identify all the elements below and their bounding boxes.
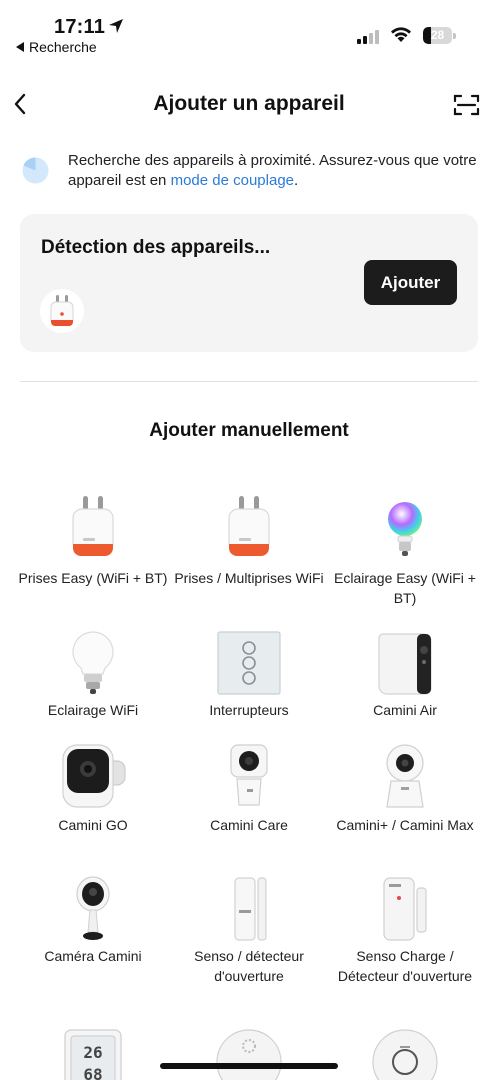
device-tile-label: Caméra Camini (44, 948, 142, 964)
device-tile-label: Camini Care (210, 817, 288, 833)
manual-section-title: Ajouter manuellement (149, 420, 349, 441)
pan-tilt-camera-icon (386, 744, 424, 808)
smoke-detector-icon (216, 1029, 282, 1080)
detection-card: Détection des appareils... Ajouter (20, 214, 478, 352)
thermo-humidity-value: 68 (83, 1065, 102, 1080)
scan-info-text: Recherche des appareils à proximité. Ass… (68, 151, 478, 191)
detection-title: Détection des appareils... (41, 237, 271, 258)
detected-device[interactable] (40, 289, 84, 333)
smart-plug-icon (228, 496, 270, 556)
battery-camera-icon (62, 744, 126, 808)
device-tile-label: Prises Easy (WiFi + BT) (18, 570, 168, 586)
location-arrow-icon (109, 19, 123, 33)
smart-plug-icon (72, 496, 114, 556)
indoor-camera-icon (230, 744, 268, 806)
device-tile-label: Eclairage Easy (WiFi + BT) (334, 570, 476, 606)
door-sensor-icon (234, 877, 267, 941)
device-tile-label: Interrupteurs (209, 702, 289, 718)
device-tile-label: Prises / Multiprises WiFi (174, 570, 324, 586)
smoke-detector-icon (372, 1029, 438, 1080)
device-tile-label: Camini+ / Camini Max (336, 817, 474, 833)
battery-level: 28 (430, 28, 445, 42)
thermometer-display-icon: 26 68 (64, 1029, 122, 1080)
page-title: Ajouter un appareil (153, 92, 345, 115)
device-tile-label: Senso / détecteur d'ouverture (194, 948, 304, 984)
smart-plug-icon (50, 295, 74, 326)
device-tile-label: Camini GO (58, 817, 128, 833)
status-bar: 17:11 Recherche 28 (0, 0, 498, 62)
bulb-icon (72, 631, 114, 694)
home-indicator[interactable] (160, 1063, 338, 1069)
scanning-progress-icon (22, 157, 49, 184)
device-tile-label: Camini Air (373, 702, 437, 718)
nav-header: Ajouter un appareil (0, 78, 498, 130)
device-tile-label: Senso Charge / Détecteur d'ouverture (337, 948, 473, 984)
add-button[interactable]: Ajouter (364, 260, 457, 305)
back-to-app-link[interactable]: Recherche (16, 39, 97, 55)
cell-signal-icon (357, 30, 379, 44)
color-bulb-icon (388, 502, 422, 556)
back-triangle-icon (16, 42, 24, 52)
scan-info-suffix: . (294, 172, 299, 189)
battery-icon: 28 (423, 27, 456, 44)
outdoor-camera-icon (378, 633, 432, 695)
door-sensor-charge-icon (383, 877, 427, 941)
wall-switch-icon (217, 631, 281, 695)
scan-icon[interactable] (453, 93, 480, 117)
dome-camera-icon (76, 876, 110, 940)
back-app-label: Recherche (29, 39, 97, 55)
section-divider (20, 381, 478, 382)
thermo-temp-value: 26 (83, 1043, 102, 1062)
pairing-mode-link[interactable]: mode de couplage (171, 172, 294, 189)
device-tile-label: Eclairage WiFi (47, 702, 139, 718)
status-time: 17:11 (54, 16, 106, 38)
wifi-icon (391, 27, 411, 42)
